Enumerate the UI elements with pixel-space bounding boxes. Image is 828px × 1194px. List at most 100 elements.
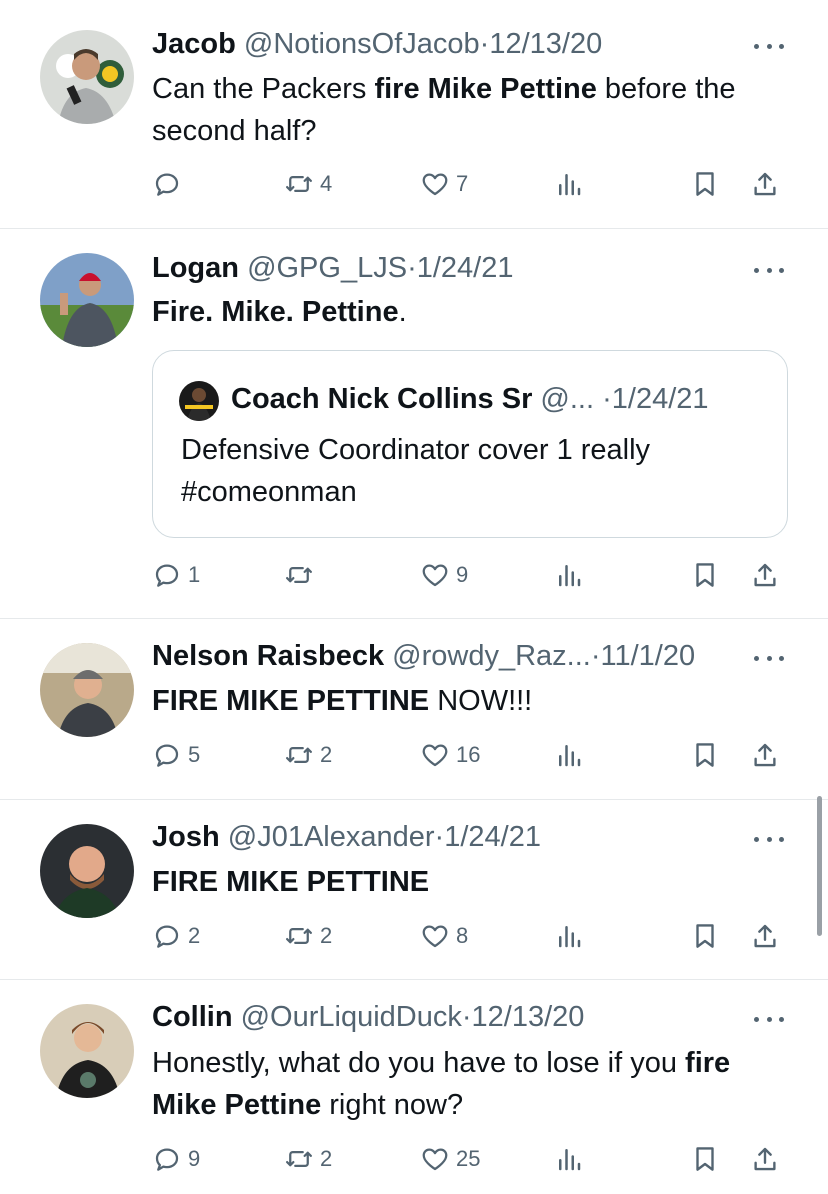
quoted-display-name[interactable]: Coach Nick Collins Sr: [231, 383, 532, 415]
reply-button[interactable]: 2: [152, 918, 200, 954]
avatar[interactable]: [40, 30, 134, 124]
views-button[interactable]: [554, 1141, 584, 1177]
heart-icon: [422, 1148, 448, 1171]
like-button[interactable]: 16: [420, 737, 480, 773]
quoted-timestamp[interactable]: 1/24/21: [612, 383, 709, 415]
reply-icon: [155, 173, 179, 196]
tweet-text: Can the Packers fire Mike Pettine before…: [152, 68, 768, 152]
like-count: 8: [456, 923, 469, 948]
retweet-button[interactable]: [284, 557, 320, 593]
views-button[interactable]: [554, 557, 584, 593]
retweet-button[interactable]: 4: [284, 166, 332, 202]
action-bar: 2 2 8: [152, 918, 792, 954]
more-icon[interactable]: [754, 833, 784, 845]
display-name[interactable]: Jacob: [152, 28, 236, 60]
views-icon: [559, 926, 581, 948]
reply-icon: [155, 925, 179, 948]
separator: ·: [479, 28, 490, 60]
like-button[interactable]: 25: [420, 1141, 480, 1177]
display-name[interactable]: Nelson Raisbeck: [152, 640, 384, 672]
heart-icon: [422, 925, 448, 948]
tweet[interactable]: Josh @J01Alexander·1/24/21 FIRE MIKE PET…: [0, 800, 828, 980]
separator: ·: [434, 821, 445, 853]
bookmark-button[interactable]: [690, 166, 720, 202]
tweet-text: FIRE MIKE PETTINE NOW!!!: [152, 680, 768, 722]
handle[interactable]: @GPG_LJS: [247, 252, 407, 284]
views-button[interactable]: [554, 918, 584, 954]
display-name[interactable]: Collin: [152, 1001, 233, 1033]
timestamp[interactable]: 11/1/20: [601, 640, 696, 672]
views-icon: [559, 1149, 581, 1171]
handle[interactable]: @J01Alexander: [228, 821, 435, 853]
retweet-button[interactable]: 2: [284, 1141, 332, 1177]
share-button[interactable]: [750, 918, 780, 954]
display-name[interactable]: Josh: [152, 821, 220, 853]
retweet-icon: [286, 747, 312, 763]
like-button[interactable]: 9: [420, 557, 468, 593]
timestamp[interactable]: 12/13/20: [489, 28, 602, 60]
retweet-button[interactable]: 2: [284, 918, 332, 954]
handle[interactable]: @OurLiquidDuck: [241, 1001, 462, 1033]
avatar[interactable]: [40, 824, 134, 918]
avatar[interactable]: [40, 253, 134, 347]
like-button[interactable]: 8: [420, 918, 468, 954]
reply-icon: [155, 744, 179, 767]
avatar[interactable]: [40, 1004, 134, 1098]
text-part: Can the Packers: [152, 73, 375, 105]
tweet-header: Nelson Raisbeck @rowdy_Raz...·11/1/20: [152, 639, 748, 673]
retweet-icon: [286, 928, 312, 944]
more-icon[interactable]: [754, 652, 784, 664]
bookmark-button[interactable]: [690, 918, 720, 954]
views-button[interactable]: [554, 737, 584, 773]
retweet-count: 2: [320, 1146, 333, 1171]
tweet[interactable]: Collin @OurLiquidDuck·12/13/20 Honestly,…: [0, 980, 828, 1194]
views-icon: [559, 174, 581, 196]
scrollbar[interactable]: [817, 796, 822, 936]
quoted-handle[interactable]: @...: [540, 383, 594, 415]
display-name[interactable]: Logan: [152, 252, 239, 284]
text-part-bold: FIRE MIKE PETTINE: [152, 866, 430, 898]
reply-icon: [155, 1148, 179, 1171]
reply-button[interactable]: 9: [152, 1141, 200, 1177]
like-button[interactable]: 7: [420, 166, 468, 202]
bookmark-icon: [696, 563, 714, 587]
timestamp[interactable]: 1/24/21: [417, 252, 514, 284]
views-button[interactable]: [554, 166, 584, 202]
share-icon: [754, 1147, 776, 1171]
tweet[interactable]: Jacob @NotionsOfJacob·12/13/20 Can the P…: [0, 0, 828, 229]
reply-button[interactable]: [152, 166, 188, 202]
share-button[interactable]: [750, 1141, 780, 1177]
share-button[interactable]: [750, 737, 780, 773]
share-icon: [754, 743, 776, 767]
bookmark-button[interactable]: [690, 737, 720, 773]
share-button[interactable]: [750, 166, 780, 202]
retweet-count: 4: [320, 171, 333, 196]
bookmark-button[interactable]: [690, 1141, 720, 1177]
timestamp[interactable]: 12/13/20: [472, 1001, 585, 1033]
bookmark-icon: [696, 743, 714, 767]
reply-button[interactable]: 5: [152, 737, 200, 773]
bookmark-icon: [696, 1147, 714, 1171]
more-icon[interactable]: [754, 264, 784, 276]
retweet-button[interactable]: 2: [284, 737, 332, 773]
avatar[interactable]: [40, 643, 134, 737]
quoted-tweet[interactable]: Coach Nick Collins Sr @... ·1/24/21 Defe…: [152, 350, 788, 538]
text-part-bold: Fire. Mike. Pettine: [152, 296, 399, 328]
tweet[interactable]: Nelson Raisbeck @rowdy_Raz...·11/1/20 FI…: [0, 619, 828, 800]
tweet-header: Collin @OurLiquidDuck·12/13/20: [152, 1000, 748, 1034]
bookmark-button[interactable]: [690, 557, 720, 593]
share-button[interactable]: [750, 557, 780, 593]
more-icon[interactable]: [754, 40, 784, 52]
quoted-avatar[interactable]: [179, 381, 219, 421]
quoted-header: Coach Nick Collins Sr @... ·1/24/21: [231, 381, 709, 417]
retweet-count: 2: [320, 923, 333, 948]
handle[interactable]: @NotionsOfJacob: [244, 28, 480, 60]
more-icon[interactable]: [754, 1013, 784, 1025]
share-icon: [754, 563, 776, 587]
views-icon: [559, 745, 581, 767]
tweet[interactable]: Logan @GPG_LJS·1/24/21 Fire. Mike. Petti…: [0, 229, 828, 619]
text-part: Honestly, what do you have to lose if yo…: [152, 1047, 686, 1079]
handle[interactable]: @rowdy_Raz...: [392, 640, 591, 672]
reply-button[interactable]: 1: [152, 557, 200, 593]
timestamp[interactable]: 1/24/21: [444, 821, 541, 853]
